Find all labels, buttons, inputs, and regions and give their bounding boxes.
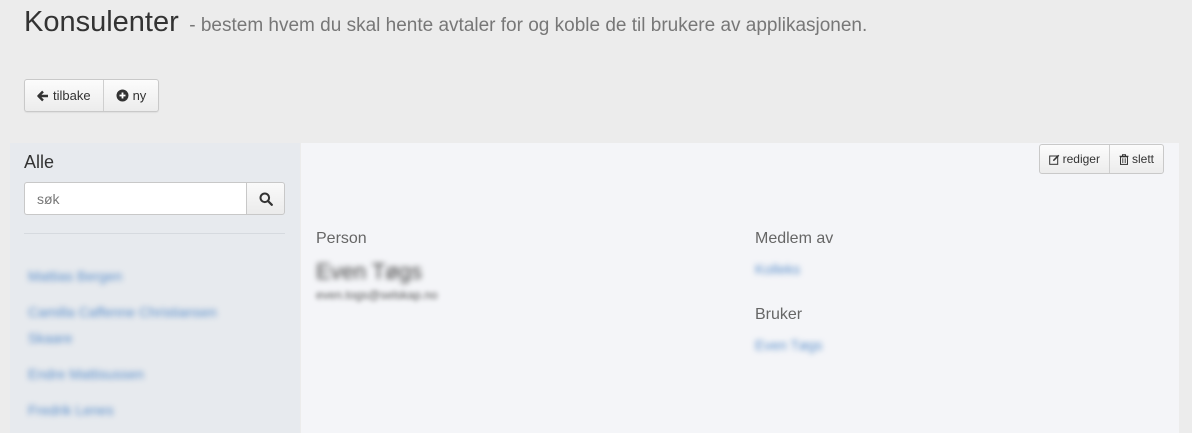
search-group	[24, 182, 285, 215]
detail-button-group: rediger slett	[1038, 144, 1164, 174]
person-name: Even Tøgs	[316, 259, 422, 284]
edit-button[interactable]: rediger	[1040, 145, 1109, 173]
consultant-sidebar: Alle Mattias Bergen Camilla Caffenne Chr…	[10, 143, 300, 433]
new-button-label: ny	[132, 88, 147, 103]
sidebar-divider	[24, 233, 285, 234]
sidebar-heading: Alle	[24, 152, 55, 172]
delete-button[interactable]: slett	[1108, 145, 1163, 173]
edit-icon	[1048, 154, 1059, 165]
back-button[interactable]: tilbake	[25, 80, 103, 111]
list-item[interactable]: Camilla Caffenne Christiansen Skaare	[28, 299, 258, 351]
person-label: Person	[316, 230, 367, 247]
search-icon	[259, 192, 273, 206]
toolbar-button-group: tilbake ny	[24, 79, 160, 112]
consultant-detail-panel: rediger slett Person Even Tøgs even.togs…	[301, 143, 1179, 433]
person-email: even.togs@selskap.no	[316, 288, 438, 302]
delete-button-label: slett	[1131, 152, 1154, 166]
trash-icon	[1119, 153, 1129, 165]
plus-circle-icon	[116, 89, 129, 102]
page-subtitle: - bestem hvem du skal hente avtaler for …	[189, 15, 868, 36]
list-item[interactable]: Mattias Bergen	[28, 263, 258, 289]
page-title-main: Konsulenter	[24, 6, 179, 38]
search-button[interactable]	[246, 182, 285, 215]
user-link[interactable]: Even Tøgs	[755, 337, 822, 353]
user-label: Bruker	[755, 306, 803, 323]
edit-button-label: rediger	[1062, 152, 1100, 166]
list-item[interactable]: Fredrik Lenes	[28, 397, 258, 423]
page-title: Konsulenter - bestem hvem du skal hente …	[24, 6, 867, 39]
new-button[interactable]: ny	[102, 80, 159, 111]
member-of-label: Medlem av	[755, 230, 834, 247]
back-button-label: tilbake	[53, 88, 91, 103]
search-input[interactable]	[24, 182, 246, 215]
consultant-list: Mattias Bergen Camilla Caffenne Christia…	[28, 263, 258, 433]
list-item[interactable]: Endre Mattisussen	[28, 361, 258, 387]
member-of-link[interactable]: Kolleks	[755, 261, 800, 277]
arrow-left-icon	[37, 90, 48, 101]
